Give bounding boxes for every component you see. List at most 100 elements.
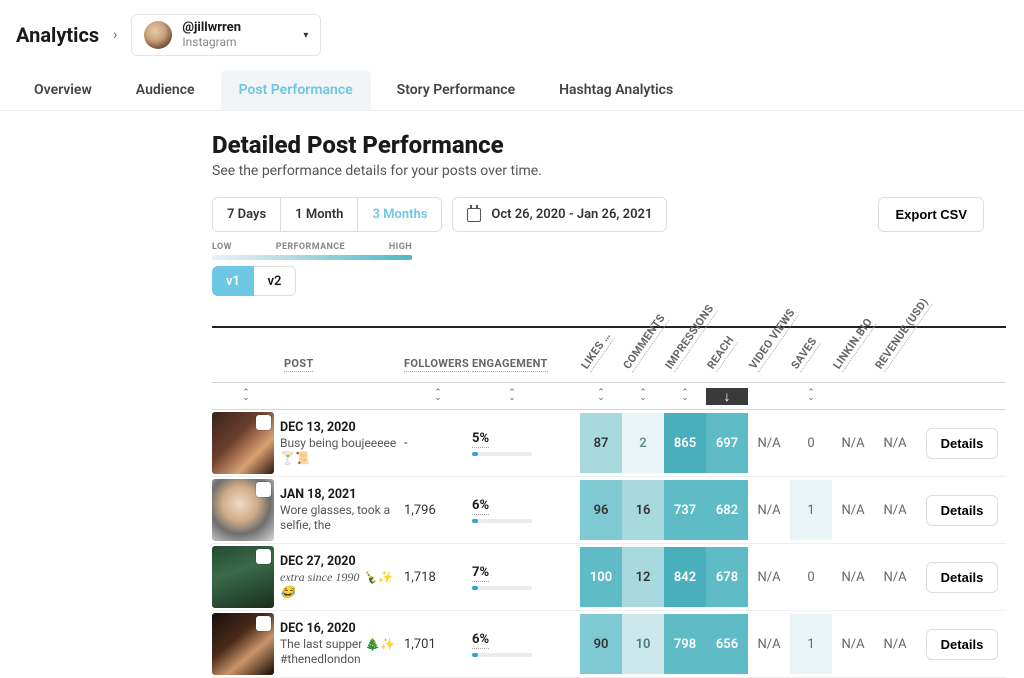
comments-value: 2 bbox=[622, 413, 664, 473]
carousel-icon bbox=[256, 415, 271, 430]
post-date: DEC 27, 2020 bbox=[280, 554, 398, 569]
col-reach: REACH bbox=[705, 334, 738, 372]
col-likes: LIKES … bbox=[579, 329, 615, 372]
version-v1[interactable]: v1 bbox=[212, 266, 254, 296]
video-views-value: N/A bbox=[748, 413, 790, 473]
details-button[interactable]: Details bbox=[926, 562, 999, 593]
post-thumbnail[interactable] bbox=[212, 546, 274, 608]
revenue-value: N/A bbox=[874, 480, 916, 540]
linkinbio-value: N/A bbox=[832, 614, 874, 674]
time-range-3months[interactable]: 3 Months bbox=[358, 198, 441, 231]
post-date: DEC 13, 2020 bbox=[280, 420, 398, 435]
engagement-bar bbox=[472, 519, 532, 523]
engagement-value: 6% bbox=[472, 632, 489, 649]
table-row: DEC 27, 2020 extra since 1990 🍾✨😂 1,718 … bbox=[212, 544, 1006, 611]
saves-value: 1 bbox=[790, 480, 832, 540]
sort-reach[interactable]: ↓ bbox=[706, 388, 748, 405]
col-post: POST bbox=[284, 357, 313, 372]
comments-value: 16 bbox=[622, 480, 664, 540]
carousel-icon bbox=[256, 549, 271, 564]
time-range-group: 7 Days 1 Month 3 Months bbox=[212, 197, 442, 232]
details-button[interactable]: Details bbox=[926, 428, 999, 459]
followers-value: 1,796 bbox=[404, 503, 472, 518]
engagement-bar bbox=[472, 452, 532, 456]
export-csv-button[interactable]: Export CSV bbox=[878, 197, 984, 232]
scale-high-label: HIGH bbox=[389, 242, 412, 252]
impressions-value: 842 bbox=[664, 547, 706, 607]
date-range-label: Oct 26, 2020 - Jan 26, 2021 bbox=[491, 207, 652, 222]
sort-likes[interactable] bbox=[580, 391, 622, 401]
post-caption: Wore glasses, took a selfie, the bbox=[280, 503, 398, 533]
table-row: DEC 16, 2020 The last supper 🎄✨ #thenedl… bbox=[212, 611, 1006, 678]
post-thumbnail[interactable] bbox=[212, 412, 274, 474]
calendar-icon bbox=[467, 208, 481, 222]
reach-value: 697 bbox=[706, 413, 748, 473]
tab-post-performance[interactable]: Post Performance bbox=[221, 70, 371, 110]
impressions-value: 798 bbox=[664, 614, 706, 674]
tabs: Overview Audience Post Performance Story… bbox=[0, 70, 1024, 111]
reach-value: 682 bbox=[706, 480, 748, 540]
sort-engagement[interactable] bbox=[472, 391, 552, 401]
video-views-value: N/A bbox=[748, 614, 790, 674]
details-button[interactable]: Details bbox=[926, 495, 999, 526]
col-engagement: ENGAGEMENT bbox=[472, 357, 548, 372]
post-thumbnail[interactable] bbox=[212, 479, 274, 541]
post-date: JAN 18, 2021 bbox=[280, 487, 398, 502]
comments-value: 10 bbox=[622, 614, 664, 674]
account-selector[interactable]: @jillwrren Instagram ▾ bbox=[131, 14, 321, 56]
post-thumbnail[interactable] bbox=[212, 613, 274, 675]
reach-value: 656 bbox=[706, 614, 748, 674]
engagement-bar bbox=[472, 653, 532, 657]
table-row: JAN 18, 2021 Wore glasses, took a selfie… bbox=[212, 477, 1006, 544]
date-range-picker[interactable]: Oct 26, 2020 - Jan 26, 2021 bbox=[452, 197, 667, 232]
sort-impressions[interactable] bbox=[664, 391, 706, 401]
saves-value: 0 bbox=[790, 413, 832, 473]
revenue-value: N/A bbox=[874, 614, 916, 674]
linkinbio-value: N/A bbox=[832, 547, 874, 607]
comments-value: 12 bbox=[622, 547, 664, 607]
col-saves: SAVES bbox=[789, 335, 821, 372]
impressions-value: 737 bbox=[664, 480, 706, 540]
version-v2[interactable]: v2 bbox=[254, 266, 296, 296]
tab-hashtag-analytics[interactable]: Hashtag Analytics bbox=[541, 70, 691, 110]
revenue-value: N/A bbox=[874, 413, 916, 473]
performance-gradient bbox=[212, 255, 412, 260]
engagement-value: 7% bbox=[472, 565, 489, 582]
engagement-value: 6% bbox=[472, 498, 489, 515]
followers-value: - bbox=[404, 436, 472, 451]
tab-audience[interactable]: Audience bbox=[118, 70, 213, 110]
post-date: DEC 16, 2020 bbox=[280, 621, 398, 636]
reach-value: 678 bbox=[706, 547, 748, 607]
revenue-value: N/A bbox=[874, 547, 916, 607]
saves-value: 0 bbox=[790, 547, 832, 607]
sort-comments[interactable] bbox=[622, 391, 664, 401]
engagement-value: 5% bbox=[472, 431, 489, 448]
page-section-title: Analytics bbox=[16, 23, 99, 47]
sort-row: ↓ bbox=[212, 382, 1006, 410]
sort-saves[interactable] bbox=[790, 391, 832, 401]
avatar bbox=[144, 21, 172, 49]
scale-low-label: LOW bbox=[212, 242, 232, 252]
sort-followers[interactable] bbox=[404, 391, 472, 401]
tab-overview[interactable]: Overview bbox=[16, 70, 110, 110]
account-platform: Instagram bbox=[182, 36, 241, 49]
time-range-1month[interactable]: 1 Month bbox=[281, 198, 358, 231]
impressions-value: 865 bbox=[664, 413, 706, 473]
video-views-value: N/A bbox=[748, 547, 790, 607]
linkinbio-value: N/A bbox=[832, 480, 874, 540]
carousel-icon bbox=[256, 482, 271, 497]
likes-value: 96 bbox=[580, 480, 622, 540]
carousel-icon bbox=[256, 616, 271, 631]
caret-down-icon: ▾ bbox=[303, 30, 308, 41]
details-button[interactable]: Details bbox=[926, 629, 999, 660]
scale-mid-label: PERFORMANCE bbox=[276, 242, 345, 252]
sort-thumb[interactable] bbox=[212, 391, 280, 401]
tab-story-performance[interactable]: Story Performance bbox=[379, 70, 533, 110]
post-caption: Busy being boujeeeee 🍸📜 bbox=[280, 436, 398, 466]
followers-value: 1,701 bbox=[404, 637, 472, 652]
engagement-bar bbox=[472, 586, 532, 590]
followers-value: 1,718 bbox=[404, 570, 472, 585]
linkinbio-value: N/A bbox=[832, 413, 874, 473]
time-range-7days[interactable]: 7 Days bbox=[213, 198, 281, 231]
chevron-right-icon: › bbox=[113, 27, 117, 43]
